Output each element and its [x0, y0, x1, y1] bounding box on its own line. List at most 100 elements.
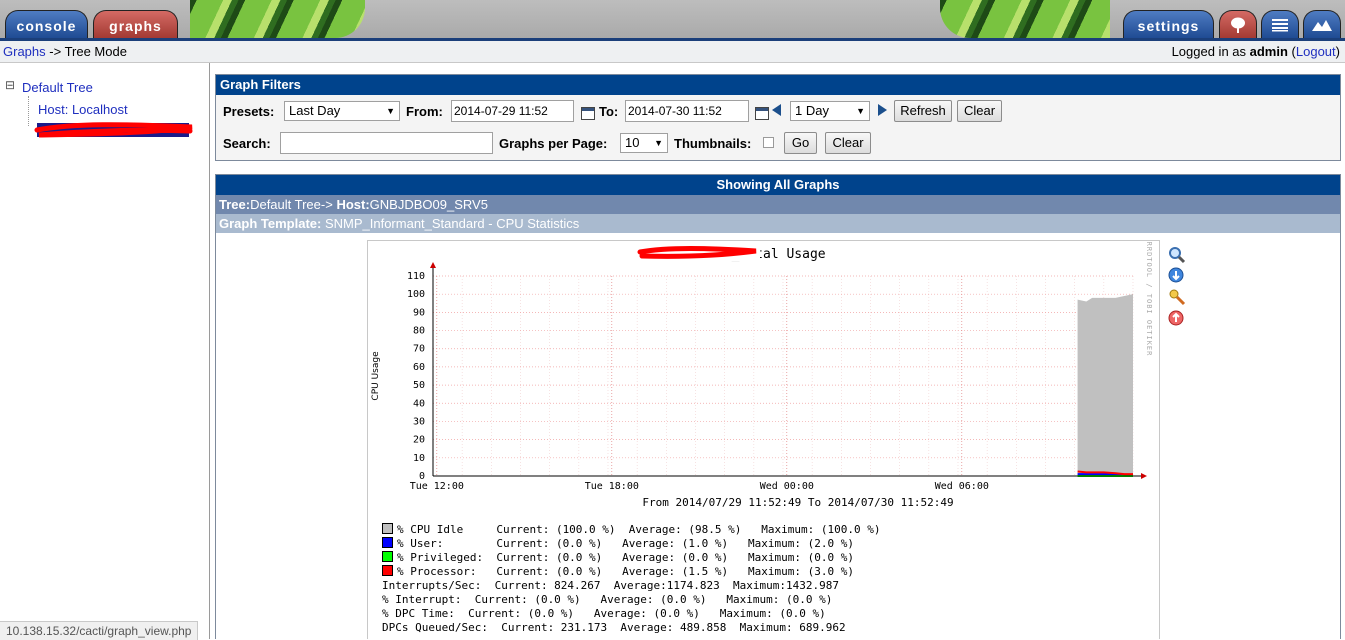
- login-prefix: Logged in as: [1171, 44, 1250, 59]
- legend-row: % Privileged: Current: (0.0 %) Average: …: [382, 551, 854, 564]
- legend-text: % Privileged: Current: (0.0 %) Average: …: [397, 551, 854, 564]
- login-status: Logged in as admin (Logout): [1172, 44, 1340, 59]
- chart-x-axis-arrow: [1141, 473, 1147, 479]
- graph-template-label: Graph Template:: [219, 216, 322, 231]
- chart-x-tick-label: Tue 12:00: [410, 481, 464, 492]
- presets-value: Last Day: [289, 103, 341, 118]
- from-calendar-icon[interactable]: [581, 107, 595, 120]
- login-paren-close: ): [1335, 44, 1340, 59]
- legend-row: % Processor: Current: (0.0 %) Average: (…: [382, 565, 854, 578]
- legend-swatch: [382, 565, 393, 576]
- legend-swatch: [382, 537, 393, 548]
- to-calendar-icon[interactable]: [755, 107, 769, 120]
- csv-export-icon[interactable]: [1168, 267, 1186, 285]
- chart-series-area-cpu-idle: [1077, 294, 1133, 476]
- graph-filters-panel: Graph Filters Presets: Last Day ▼ From: 2…: [215, 74, 1341, 161]
- tree-host-header: Tree:Default Tree-> Host:GNBJDBO09_SRV5: [216, 195, 1340, 214]
- tree-expander-icon[interactable]: ⊟: [5, 78, 15, 92]
- chart-date-range: From 2014/07/29 11:52:49 To 2014/07/30 1…: [642, 496, 953, 509]
- graph-template-header: Graph Template: SNMP_Informant_Standard …: [216, 214, 1340, 233]
- console-tab[interactable]: console: [5, 10, 88, 38]
- breadcrumb-separator: ->: [45, 44, 65, 59]
- presets-label: Presets:: [223, 104, 275, 119]
- graph-template-value: SNMP_Informant_Standard - CPU Statistics: [321, 216, 580, 231]
- list-view-icon[interactable]: [1261, 10, 1299, 38]
- host-header-value: GNBJDBO09_SRV5: [369, 197, 488, 212]
- legend-swatch: [382, 523, 393, 534]
- presets-select[interactable]: Last Day ▼: [284, 101, 400, 121]
- chart-y-tick-label: 20: [413, 435, 425, 446]
- host-header-label: Host:: [332, 197, 370, 212]
- legend-swatch: [382, 551, 393, 562]
- chart-y-tick-label: 40: [413, 398, 425, 409]
- chart-y-tick-label: 60: [413, 362, 425, 373]
- tree-view-icon[interactable]: [1219, 10, 1257, 38]
- search-input[interactable]: [280, 132, 493, 154]
- tree-header-value: Default Tree->: [250, 197, 333, 212]
- from-label: From:: [406, 104, 443, 119]
- clear-search-button[interactable]: Clear: [825, 132, 871, 154]
- header-decoration-right: [940, 0, 1110, 38]
- chart-y-tick-label: 10: [413, 453, 425, 464]
- chart-x-tick-label: Tue 18:00: [585, 481, 639, 492]
- graphs-tab[interactable]: graphs: [93, 10, 178, 38]
- status-url: 10.138.15.32/cacti/graph_view.php: [6, 624, 192, 638]
- login-paren-open: (: [1287, 44, 1296, 59]
- redaction-scribble: [34, 122, 193, 138]
- search-label: Search:: [223, 136, 271, 151]
- legend-text: % DPC Time: Current: (0.0 %) Average: (0…: [382, 607, 826, 620]
- zoom-graph-icon[interactable]: [1168, 246, 1186, 264]
- breadcrumb-graphs-link[interactable]: Graphs: [3, 44, 46, 59]
- chart-y-tick-label: 110: [407, 271, 425, 282]
- chart-y-axis-label: CPU Usage: [371, 351, 381, 401]
- timespan-value: 1 Day: [795, 103, 829, 118]
- scroll-top-icon[interactable]: [1168, 310, 1186, 328]
- chart-series: [1077, 294, 1133, 477]
- legend-row: % DPC Time: Current: (0.0 %) Average: (0…: [382, 607, 826, 620]
- chart-y-tick-label: 50: [413, 380, 425, 391]
- thumbnails-checkbox[interactable]: [763, 137, 774, 148]
- cpu-usage-chart: 0102030405060708090100110Tue 12:00 Tue 18…: [371, 242, 1153, 509]
- chart-y-tick-label: 100: [407, 289, 425, 300]
- chart-x-tick-label: Wed 00:00: [760, 481, 814, 492]
- legend-row: DPCs Queued/Sec: Current: 231.173 Averag…: [382, 621, 846, 634]
- chart-x-tick-label: Wed 06:00: [935, 481, 989, 492]
- shift-back-arrow-icon[interactable]: [772, 104, 781, 116]
- browser-status-bar: 10.138.15.32/cacti/graph_view.php: [0, 621, 199, 640]
- rrdtool-watermark: RRDTOOL / TOBI OETIKER: [1145, 242, 1153, 357]
- chevron-down-icon: ▼: [856, 106, 865, 116]
- graph-filters-title: Graph Filters: [216, 75, 1340, 95]
- chart-y-tick-label: 70: [413, 344, 425, 355]
- clear-button[interactable]: Clear: [957, 100, 1002, 122]
- chart-grid: [432, 275, 1134, 477]
- to-label: To:: [599, 104, 619, 119]
- chart-y-axis-arrow: [430, 262, 436, 268]
- legend-row: % User: Current: (0.0 %) Average: (1.0 %…: [382, 537, 854, 550]
- from-date-input[interactable]: 2014-07-29 11:52: [451, 100, 574, 122]
- timespan-select[interactable]: 1 Day ▼: [790, 101, 870, 121]
- go-button[interactable]: Go: [784, 132, 817, 154]
- properties-icon[interactable]: [1168, 288, 1186, 306]
- to-date-input[interactable]: 2014-07-30 11:52: [625, 100, 749, 122]
- refresh-button[interactable]: Refresh: [894, 100, 952, 122]
- graphs-per-page-label: Graphs per Page:: [499, 136, 608, 151]
- chart-y-tick-label: 90: [413, 307, 425, 318]
- legend-text: Interrupts/Sec: Current: 824.267 Average…: [382, 579, 839, 592]
- shift-forward-arrow-icon[interactable]: [878, 104, 887, 116]
- legend-text: % CPU Idle Current: (100.0 %) Average: (…: [397, 523, 881, 536]
- breadcrumb: Graphs -> Tree Mode: [3, 44, 127, 59]
- tree-root-default-tree[interactable]: Default Tree: [22, 80, 93, 95]
- tree-header-label: Tree:: [219, 197, 251, 212]
- graphs-per-page-value: 10: [625, 135, 640, 150]
- breadcrumb-bar: Graphs -> Tree Mode Logged in as admin (…: [0, 41, 1345, 63]
- chevron-down-icon: ▼: [386, 106, 395, 116]
- preview-view-icon[interactable]: [1303, 10, 1341, 38]
- tree-item-host-localhost[interactable]: Host: Localhost: [38, 102, 128, 117]
- header-decoration-left: [190, 0, 365, 38]
- graphs-per-page-select[interactable]: 10 ▼: [620, 133, 668, 153]
- settings-tab[interactable]: settings: [1123, 10, 1214, 38]
- breadcrumb-current: Tree Mode: [64, 44, 127, 59]
- legend-text: % User: Current: (0.0 %) Average: (1.0 %…: [397, 537, 854, 550]
- chevron-down-icon: ▼: [654, 138, 663, 148]
- logout-link[interactable]: Logout: [1296, 44, 1336, 59]
